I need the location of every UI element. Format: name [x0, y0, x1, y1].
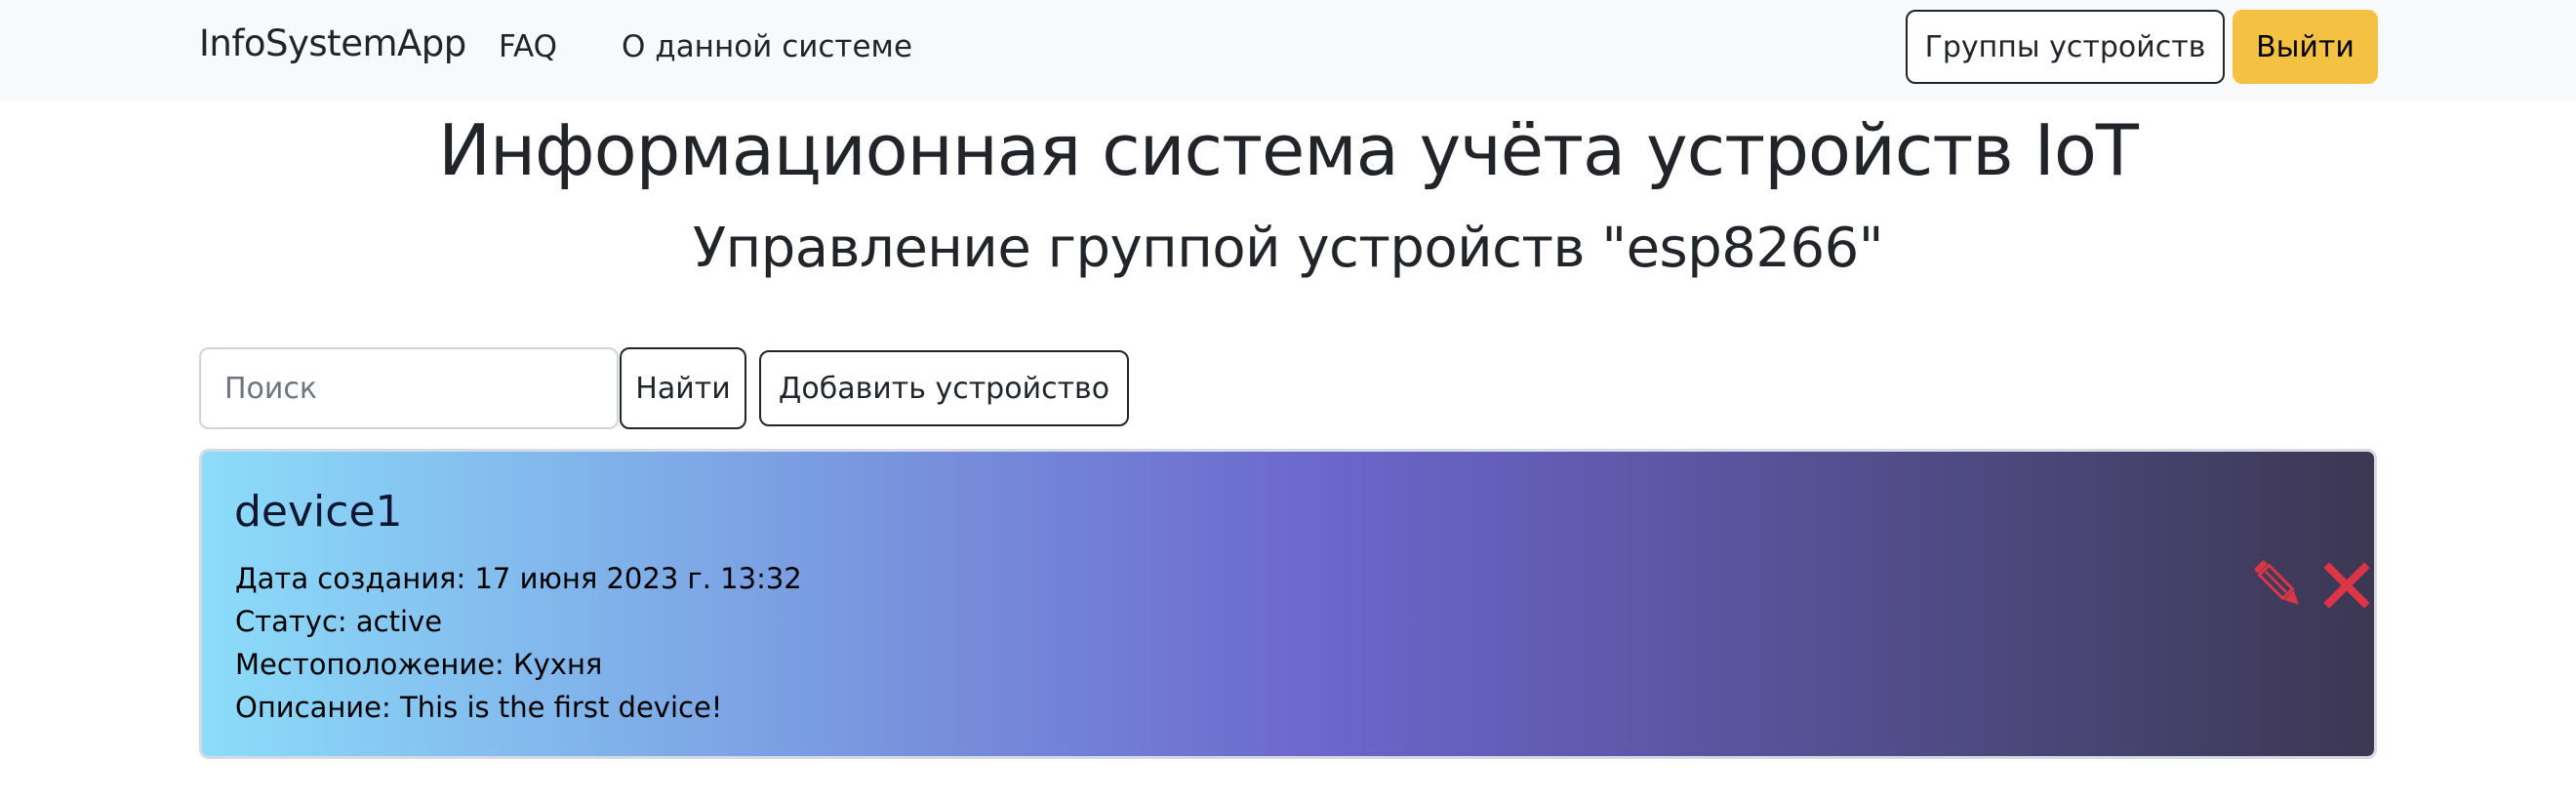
navbar: InfoSystemApp FAQ О данной системе Групп…: [0, 0, 2576, 101]
search-input[interactable]: [199, 347, 619, 429]
device-card: device1 Дата создания: 17 июня 2023 г. 1…: [199, 449, 2377, 759]
device-name: device1: [234, 487, 403, 537]
close-icon: [2323, 562, 2370, 609]
logout-button[interactable]: Выйти: [2233, 10, 2378, 84]
device-status: Статус: active: [235, 605, 443, 638]
page-subtitle: Управление группой устройств "esp8266": [692, 217, 1884, 280]
device-groups-button[interactable]: Группы устройств: [1906, 10, 2225, 84]
edit-device-button[interactable]: [2254, 558, 2305, 613]
nav-link-about[interactable]: О данной системе: [622, 27, 912, 66]
device-description: Описание: This is the first device!: [235, 691, 723, 724]
brand-link[interactable]: InfoSystemApp: [199, 20, 466, 68]
delete-device-button[interactable]: [2321, 558, 2372, 613]
add-device-button[interactable]: Добавить устройство: [759, 350, 1129, 426]
device-location: Местоположение: Кухня: [235, 648, 603, 681]
pencil-icon: [2254, 560, 2299, 605]
nav-link-faq[interactable]: FAQ: [499, 27, 557, 66]
page-title: Информационная система учёта устройств I…: [438, 109, 2139, 191]
device-created-date: Дата создания: 17 июня 2023 г. 13:32: [235, 562, 802, 595]
find-button[interactable]: Найти: [620, 347, 746, 429]
